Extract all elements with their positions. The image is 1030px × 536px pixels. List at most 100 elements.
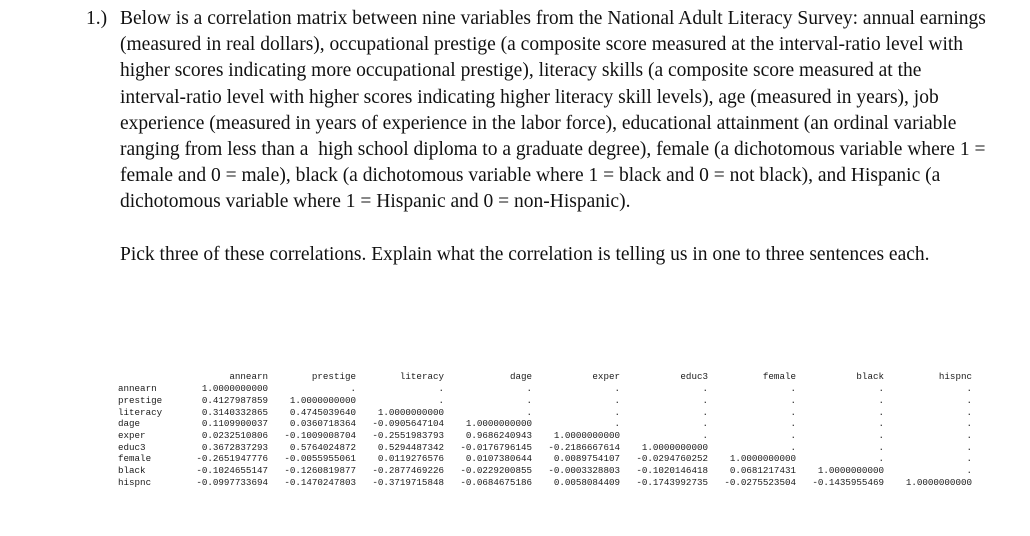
cell-dage-annearn: 0.1109900037 (201, 418, 268, 430)
cell-exper-hispnc: . (966, 429, 972, 441)
column-header-female: female (762, 371, 796, 383)
cell-hispnc-prestige: -0.1470247803 (284, 476, 356, 488)
cell-black-hispnc: . (966, 465, 972, 477)
cell-dage-literacy: -0.0905647104 (372, 418, 444, 430)
cell-hispnc-annearn: -0.0997733694 (196, 476, 268, 488)
cell-dage-dage: 1.0000000000 (465, 418, 532, 430)
matrix-header-row: annearn prestige literacy dage exper edu… (118, 371, 972, 383)
table-row: annearn 1.0000000000 . . . . . . . . (118, 383, 972, 395)
cell-literacy-female: . (790, 406, 796, 418)
cell-annearn-educ3: . (702, 383, 708, 395)
cell-female-black: . (878, 453, 884, 465)
cell-annearn-annearn: 1.0000000000 (201, 383, 268, 395)
column-header-annearn: annearn (229, 371, 268, 383)
matrix-body: annearn 1.0000000000 . . . . . . . . pre… (118, 383, 972, 488)
cell-dage-prestige: 0.0360718364 (289, 418, 356, 430)
column-header-black: black (856, 371, 884, 383)
cell-female-exper: 0.0089754107 (553, 453, 620, 465)
cell-annearn-literacy: . (438, 383, 444, 395)
cell-annearn-black: . (878, 383, 884, 395)
cell-black-dage: -0.0229200855 (460, 465, 532, 477)
cell-hispnc-literacy: -0.3719715848 (372, 476, 444, 488)
cell-female-prestige: -0.0055955061 (284, 453, 356, 465)
cell-hispnc-educ3: -0.1743992735 (636, 476, 708, 488)
column-header-educ3: educ3 (680, 371, 708, 383)
cell-exper-literacy: -0.2551983793 (372, 429, 444, 441)
cell-prestige-educ3: . (702, 394, 708, 406)
row-label-annearn: annearn (118, 383, 157, 395)
cell-dage-black: . (878, 418, 884, 430)
cell-literacy-literacy: 1.0000000000 (377, 406, 444, 418)
row-label-educ3: educ3 (118, 441, 146, 453)
cell-annearn-prestige: . (350, 383, 356, 395)
cell-prestige-dage: . (526, 394, 532, 406)
cell-female-educ3: -0.0294760252 (636, 453, 708, 465)
cell-prestige-black: . (878, 394, 884, 406)
cell-female-female: 1.0000000000 (729, 453, 796, 465)
cell-educ3-annearn: 0.3672837293 (201, 441, 268, 453)
table-row: educ3 0.3672837293 0.5764024872 0.529448… (118, 442, 972, 454)
column-header-prestige: prestige (311, 371, 356, 383)
cell-educ3-educ3: 1.0000000000 (641, 441, 708, 453)
cell-dage-educ3: . (702, 418, 708, 430)
row-label-hispnc: hispnc (118, 476, 152, 488)
cell-annearn-dage: . (526, 383, 532, 395)
column-header-exper: exper (592, 371, 620, 383)
question-paragraph-2: Pick three of these correlations. Explai… (120, 243, 930, 265)
cell-hispnc-dage: -0.0684675186 (460, 476, 532, 488)
cell-black-female: 0.0681217431 (729, 465, 796, 477)
cell-educ3-black: . (878, 441, 884, 453)
row-label-prestige: prestige (118, 394, 163, 406)
cell-annearn-female: . (790, 383, 796, 395)
cell-literacy-annearn: 0.3140332865 (201, 406, 268, 418)
row-label-black: black (118, 465, 146, 477)
cell-exper-annearn: 0.0232510806 (201, 429, 268, 441)
cell-black-black: 1.0000000000 (817, 465, 884, 477)
cell-annearn-hispnc: . (966, 383, 972, 395)
cell-black-annearn: -0.1024655147 (196, 465, 268, 477)
cell-prestige-annearn: 0.4127987859 (201, 394, 268, 406)
column-header-hispnc: hispnc (938, 371, 972, 383)
question-number: 1.) (86, 8, 108, 29)
cell-exper-female: . (790, 429, 796, 441)
column-header-literacy: literacy (399, 371, 444, 383)
cell-educ3-prestige: 0.5764024872 (289, 441, 356, 453)
cell-annearn-exper: . (614, 383, 620, 395)
cell-prestige-hispnc: . (966, 394, 972, 406)
cell-female-hispnc: . (966, 453, 972, 465)
cell-prestige-literacy: . (438, 394, 444, 406)
document-page: 1.) Below is a correlation matrix betwee… (0, 0, 1030, 536)
question-body: Below is a correlation matrix between ni… (120, 6, 986, 268)
row-label-literacy: literacy (118, 406, 163, 418)
cell-hispnc-black: -0.1435955469 (812, 476, 884, 488)
cell-prestige-female: . (790, 394, 796, 406)
column-header-dage: dage (509, 371, 532, 383)
matrix-corner-cell (118, 371, 180, 383)
cell-dage-female: . (790, 418, 796, 430)
cell-prestige-prestige: 1.0000000000 (289, 394, 356, 406)
cell-female-annearn: -0.2651947776 (196, 453, 268, 465)
row-label-female: female (118, 453, 152, 465)
cell-exper-exper: 1.0000000000 (553, 429, 620, 441)
row-label-dage: dage (118, 418, 141, 430)
cell-literacy-black: . (878, 406, 884, 418)
cell-literacy-dage: . (526, 406, 532, 418)
cell-literacy-hispnc: . (966, 406, 972, 418)
cell-hispnc-female: -0.0275523504 (724, 476, 796, 488)
correlation-matrix-table: annearn prestige literacy dage exper edu… (118, 371, 972, 488)
correlation-matrix: annearn prestige literacy dage exper edu… (118, 348, 972, 512)
cell-black-literacy: -0.2877469226 (372, 465, 444, 477)
cell-black-educ3: -0.1020146418 (636, 465, 708, 477)
cell-literacy-exper: . (614, 406, 620, 418)
table-row: female -0.2651947776 -0.0055955061 0.011… (118, 453, 972, 465)
cell-prestige-exper: . (614, 394, 620, 406)
row-label-exper: exper (118, 429, 146, 441)
cell-hispnc-exper: 0.0058084409 (553, 476, 620, 488)
table-row: exper 0.0232510806 -0.1009008704 -0.2551… (118, 430, 972, 442)
cell-dage-hispnc: . (966, 418, 972, 430)
cell-exper-educ3: . (702, 429, 708, 441)
cell-educ3-exper: -0.2186667614 (548, 441, 620, 453)
table-row: prestige 0.4127987859 1.0000000000 . . .… (118, 395, 972, 407)
cell-black-prestige: -0.1260819877 (284, 465, 356, 477)
